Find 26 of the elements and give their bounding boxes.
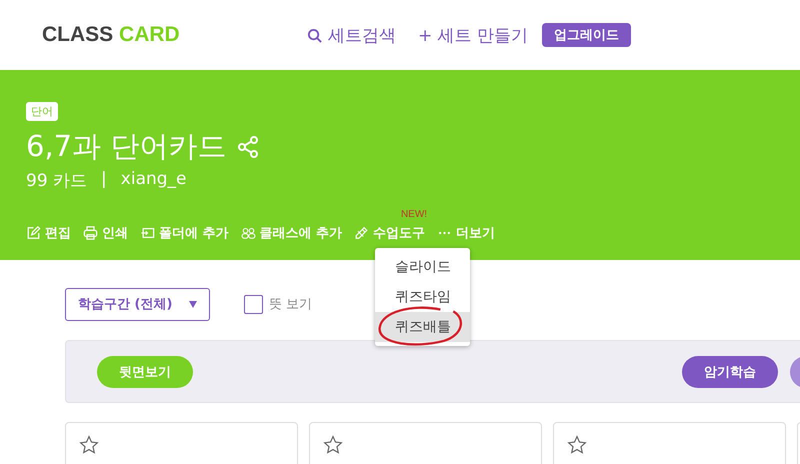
menu-item[interactable]: 슬라이드 bbox=[375, 252, 470, 282]
set-search-link[interactable]: 세트검색 bbox=[307, 24, 396, 46]
card-count: 99 카드 bbox=[26, 170, 88, 192]
star-icon[interactable] bbox=[567, 435, 587, 455]
search-icon bbox=[307, 28, 322, 42]
star-icon[interactable] bbox=[323, 435, 343, 455]
new-label: NEW! bbox=[400, 209, 428, 220]
people-icon bbox=[240, 226, 256, 240]
study-button[interactable]: 암기학습 bbox=[682, 356, 778, 388]
range-select[interactable]: 학습구간 (전체) bbox=[65, 288, 210, 320]
star-icon[interactable] bbox=[79, 435, 99, 455]
menu-item[interactable]: 퀴즈배틀 bbox=[375, 312, 470, 342]
edit-icon bbox=[26, 226, 41, 240]
set-title: 6,7과 단어카드 bbox=[26, 128, 226, 165]
checkbox-label: 뜻 보기 bbox=[269, 296, 312, 313]
category-tag: 단어 bbox=[26, 102, 58, 121]
printer-icon bbox=[83, 226, 98, 240]
caret-icon bbox=[189, 300, 197, 308]
create-set-link[interactable]: + 세트 만들기 bbox=[418, 24, 528, 46]
checkbox[interactable] bbox=[244, 294, 263, 314]
separator: | bbox=[101, 169, 107, 191]
upgrade-button[interactable]: 업그레이드 bbox=[542, 23, 632, 47]
folder-add-icon bbox=[140, 226, 155, 240]
pencil-ruler-icon bbox=[354, 226, 370, 240]
menu-item[interactable]: 퀴즈타임 bbox=[375, 282, 470, 312]
logo[interactable]: CLASS CARD bbox=[42, 23, 307, 47]
